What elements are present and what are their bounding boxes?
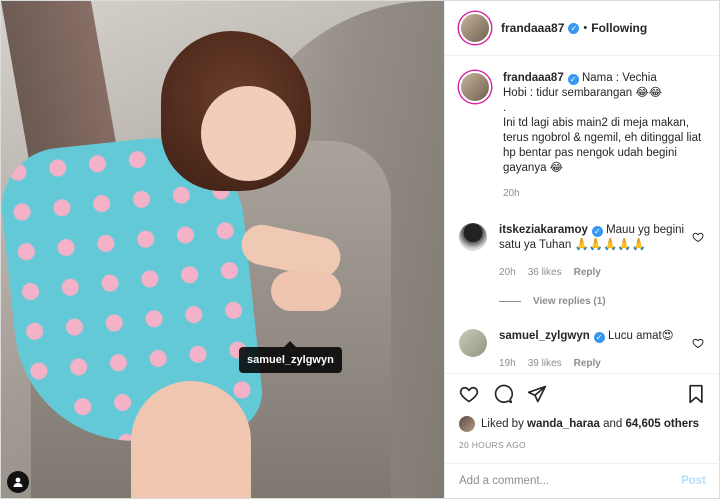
caption-avatar[interactable] <box>459 71 491 103</box>
commenter-avatar[interactable] <box>459 329 487 357</box>
comment-text: Lucu amat😍 <box>607 330 674 342</box>
following-button[interactable]: Following <box>591 21 647 35</box>
view-replies-button[interactable]: View replies (1) <box>499 296 706 307</box>
tagged-users-button[interactable] <box>7 471 29 493</box>
replies-divider <box>499 301 521 302</box>
verified-badge-icon: ✓ <box>593 332 605 343</box>
comments-list[interactable]: frandaaa87 ✓ Nama : Vechia Hobi : tidur s… <box>445 57 720 373</box>
caption-line-2: Hobi : tidur sembarangan 😂😂 <box>503 87 663 99</box>
caption-time: 20h <box>503 188 520 199</box>
caption: frandaaa87 ✓ Nama : Vechia Hobi : tidur s… <box>459 71 706 201</box>
comment-time[interactable]: 19h <box>499 356 516 371</box>
verified-badge-icon: ✓ <box>568 22 580 34</box>
photo-face <box>201 86 296 181</box>
comment-input[interactable] <box>459 475 682 487</box>
caption-line-1: Nama : Vechia <box>581 72 657 84</box>
post-actions: Liked by wanda_haraa and 64,605 others 2… <box>445 373 720 450</box>
comment-username[interactable]: samuel_zylgwyn <box>499 330 590 342</box>
post-comment-button[interactable]: Post <box>681 475 706 487</box>
liker-username[interactable]: wanda_haraa <box>527 418 600 430</box>
commenter-avatar[interactable] <box>459 223 487 251</box>
save-bookmark-icon[interactable] <box>686 384 706 404</box>
post-timestamp[interactable]: 20 HOURS AGO <box>459 440 706 450</box>
photo-hand <box>271 271 341 311</box>
post-photo[interactable]: samuel_zylgwyn <box>1 1 444 498</box>
reply-button[interactable]: Reply <box>574 356 601 371</box>
comment-time[interactable]: 20h <box>499 265 516 280</box>
verified-badge-icon: ✓ <box>567 74 579 85</box>
reply-button[interactable]: Reply <box>574 265 601 280</box>
caption-line-3: . <box>503 102 507 114</box>
liker-avatar[interactable] <box>459 416 475 432</box>
liked-by-connector: and <box>603 418 623 430</box>
instagram-post-modal: samuel_zylgwyn frandaaa87 ✓ • Following … <box>0 0 720 499</box>
header-separator: • <box>583 22 588 34</box>
verified-badge-icon: ✓ <box>591 226 603 237</box>
caption-line-4: Ini td lagi abis main2 di meja makan, te… <box>503 117 702 174</box>
others-count[interactable]: 64,605 others <box>626 418 700 430</box>
post-side-panel: frandaaa87 ✓ • Following frandaaa87 ✓ Nam… <box>444 1 720 498</box>
comment-bubble-icon[interactable] <box>493 384 513 404</box>
likes-summary: Liked by wanda_haraa and 64,605 others <box>459 416 706 432</box>
post-header: frandaaa87 ✓ • Following <box>445 1 719 56</box>
comment-item: itskeziakaramoy ✓ Mauu yg begini satu ya … <box>459 223 706 280</box>
author-username[interactable]: frandaaa87 <box>501 21 564 35</box>
person-icon <box>13 477 23 487</box>
photo-leg <box>131 381 251 498</box>
user-tag-bubble[interactable]: samuel_zylgwyn <box>239 341 342 373</box>
author-avatar[interactable] <box>459 12 491 44</box>
caption-username[interactable]: frandaaa87 <box>503 72 564 84</box>
comment-likes[interactable]: 39 likes <box>528 356 562 371</box>
liked-by-prefix: Liked by <box>481 418 524 430</box>
comment-composer: Post <box>445 463 720 498</box>
comment-heart-icon[interactable] <box>692 337 704 349</box>
share-paper-plane-icon[interactable] <box>527 384 547 404</box>
comment-item: samuel_zylgwyn ✓ Lucu amat😍 19h 39 likes … <box>459 329 706 371</box>
view-replies-label: View replies (1) <box>533 296 606 307</box>
comment-username[interactable]: itskeziakaramoy <box>499 224 588 236</box>
like-heart-icon[interactable] <box>459 384 479 404</box>
comment-likes[interactable]: 36 likes <box>528 265 562 280</box>
comment-heart-icon[interactable] <box>692 231 704 243</box>
